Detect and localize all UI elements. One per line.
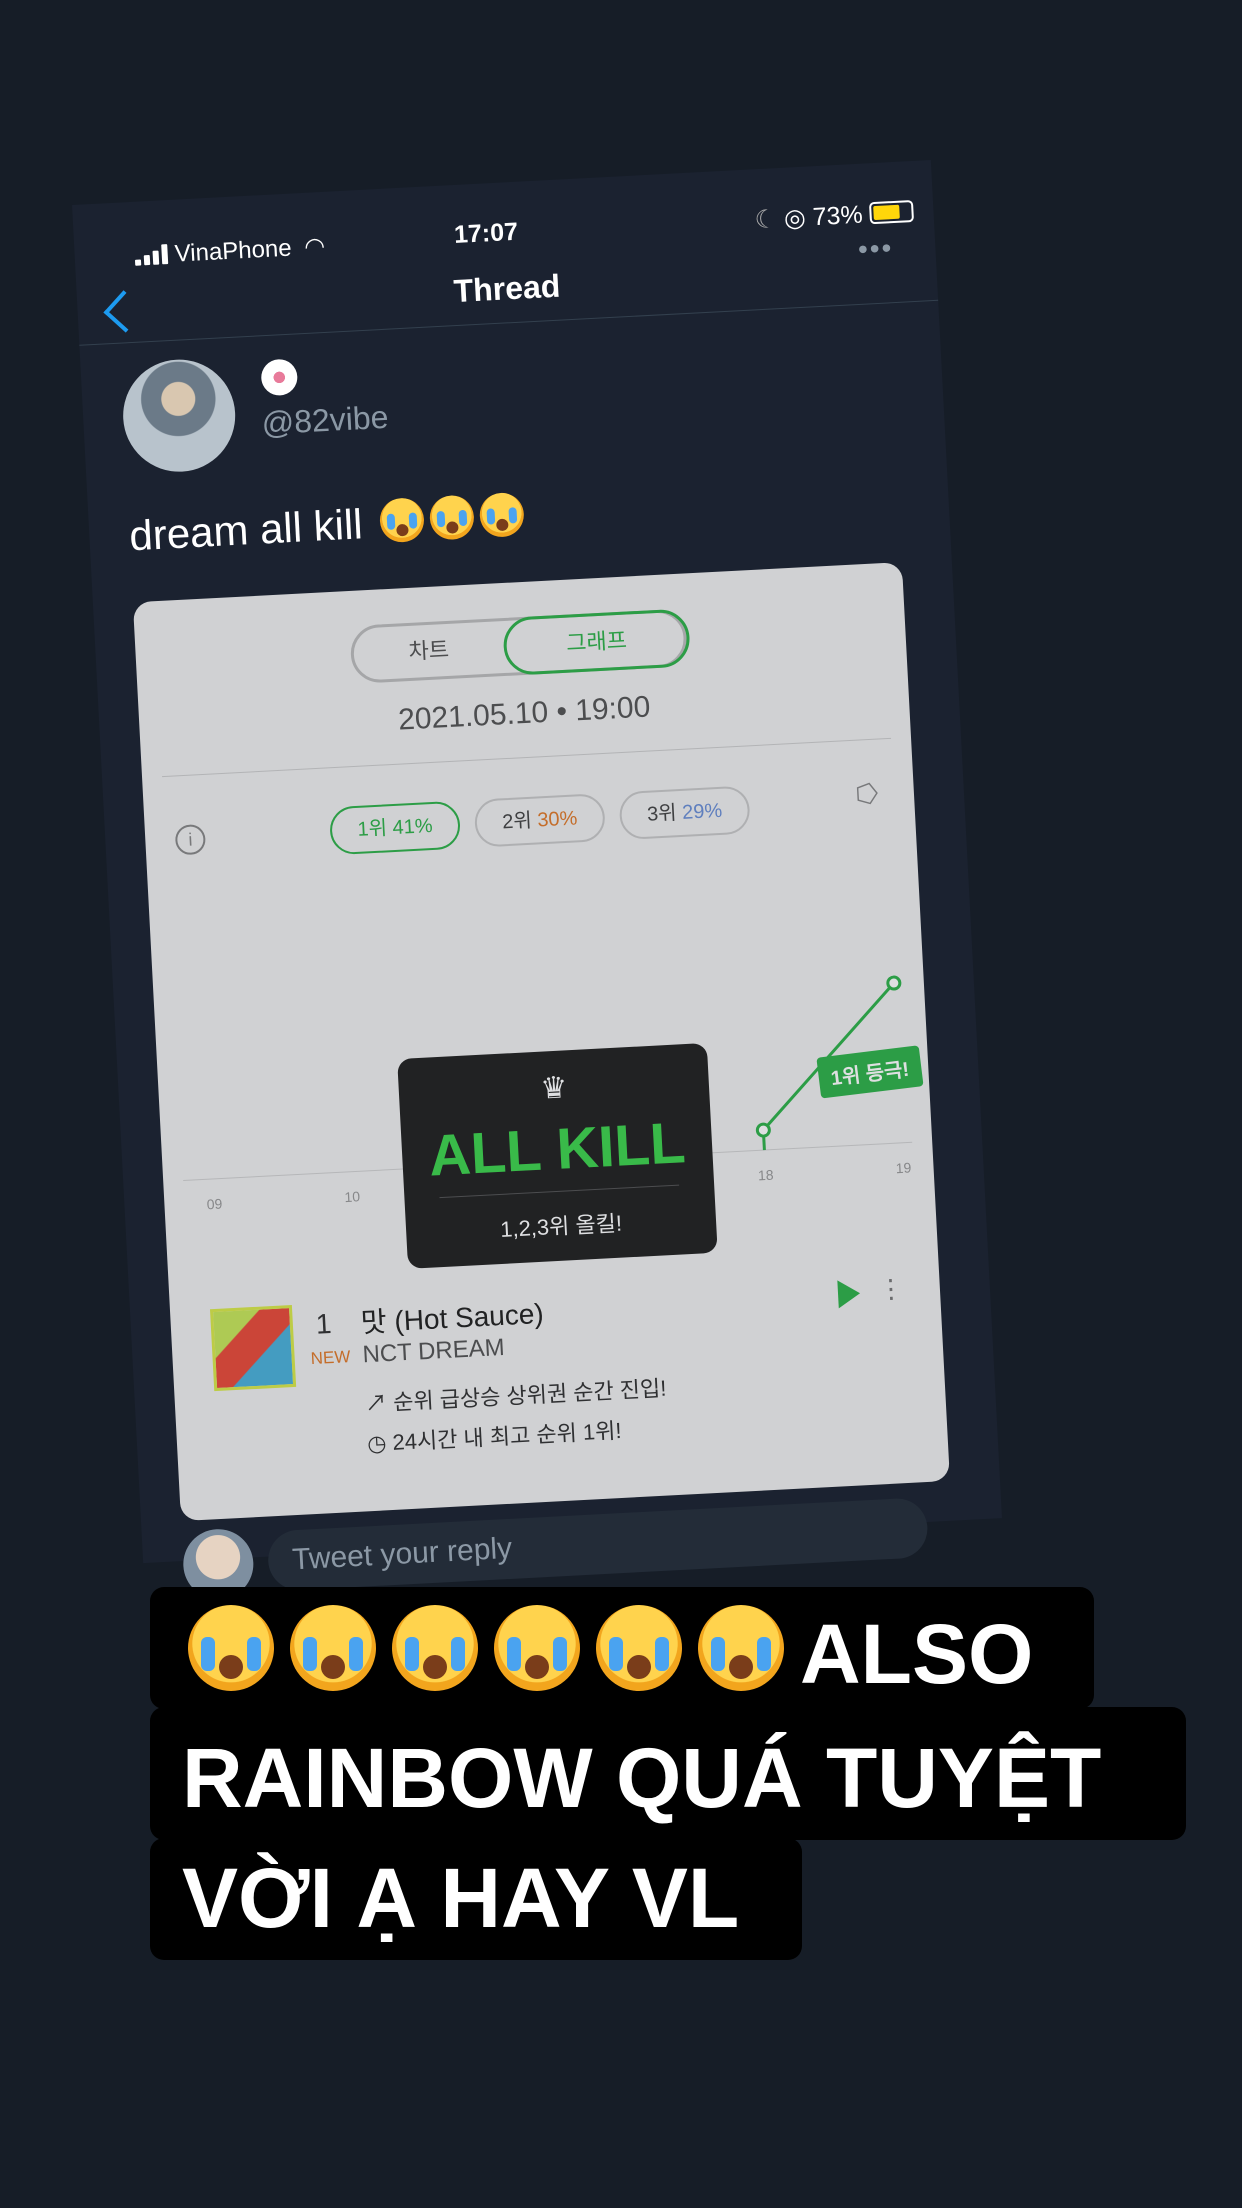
clock-icon: ◷ [366,1430,388,1457]
trend-icon: ↗ [364,1390,388,1417]
x-tick-label: 18 [758,1167,775,1184]
loudly-crying-face-icon [698,1605,784,1691]
chart-datetime: 2021.05.10 • 19:00 [397,690,652,737]
rank-note-text: 순위 급상승 상위권 순간 진입! [392,1375,667,1415]
series-point [755,1122,771,1138]
clock: 17:07 [453,217,519,250]
info-icon[interactable]: i [174,823,207,856]
x-tick-label: 10 [344,1188,361,1205]
x-tick-label: 19 [895,1159,912,1176]
moon-icon: ☾ [753,205,778,235]
rank-note: ↗ 순위 급상승 상위권 순간 진입! [364,1371,667,1419]
rank-note-text: 24시간 내 최고 순위 1위! [391,1417,623,1455]
song-artist[interactable]: NCT DREAM [362,1334,506,1369]
carrier-name: VinaPhone [174,234,293,268]
caption-line-2: RAINBOW QUÁ TUYỆT [182,1731,1102,1825]
avatar[interactable] [120,356,239,475]
song-rank: 1 [315,1307,333,1340]
loudly-crying-face-icon [188,1605,274,1691]
display-name-emoji-icon [260,358,299,397]
all-kill-subtitle: 1,2,3위 올킬! [499,1210,623,1242]
rank-pill-pct: 30% [536,807,578,832]
screenshot-frame: VinaPhone ◠ 17:07 ☾ ◎ 73% Thread ••• @82… [72,159,1002,1601]
loudly-crying-face-icon [378,497,426,544]
user-handle[interactable]: @82vibe [261,399,390,443]
tab-graph[interactable]: 그래프 [502,608,691,676]
battery-icon [868,199,915,225]
rank-pill-3[interactable]: 3위 29% [618,785,751,841]
all-kill-title: ALL KILL [427,1110,687,1189]
new-badge: NEW [310,1347,351,1369]
loudly-crying-face-icon [290,1605,376,1691]
x-tick-label: 09 [206,1196,223,1213]
loudly-crying-face-icon [392,1605,478,1691]
more-vertical-icon[interactable]: ⋮ [877,1273,905,1305]
all-kill-popup: ♛ ALL KILL 1,2,3위 올킬! [397,1042,718,1269]
caption-text: ALSO [800,1607,1034,1701]
play-icon[interactable] [837,1279,861,1309]
tweet-text: dream all kill [128,491,526,561]
rank-pill-label: 2위 [501,809,533,834]
more-options-icon[interactable]: ••• [857,232,894,266]
crown-icon: ♛ [539,1071,569,1106]
rank-pill-2[interactable]: 2위 30% [473,792,607,848]
rank-pill-label: 1위 [356,817,388,841]
loudly-crying-face-icon [494,1605,580,1691]
tweet-image-card[interactable]: 차트 그래프 2021.05.10 • 19:00 i 1위 41% 2위 30… [132,562,950,1522]
rank-pill-pct: 29% [681,799,723,824]
wifi-icon: ◠ [303,232,326,261]
song-title[interactable]: 맛 (Hot Sauce) [360,1292,545,1342]
song-row[interactable]: 1 NEW 맛 (Hot Sauce) NCT DREAM ⋮ ↗ 순위 급상승… [170,1261,949,1501]
loudly-crying-face-icon [596,1605,682,1691]
rank-pill-label: 3위 [646,802,678,826]
album-cover[interactable] [209,1305,297,1392]
status-right: ☾ ◎ 73% [754,197,915,235]
caption-line-3: VỜI Ạ HAY VL [182,1851,740,1945]
rank-pill-1[interactable]: 1위 41% [328,800,462,856]
rank-pill-pct: 41% [392,814,434,840]
carrier: VinaPhone ◠ [134,232,326,271]
share-icon[interactable]: ⭔ [856,779,880,811]
tweet-text-body: dream all kill [128,500,364,560]
rank-note: ◷ 24시간 내 최고 순위 1위! [366,1413,622,1458]
rotation-lock-icon: ◎ [783,203,807,233]
battery-percent: 73% [811,200,864,232]
signal-icon [134,244,169,266]
caption-line-1: ALSO [188,1605,1033,1703]
loudly-crying-face-icon [428,494,476,541]
tab-chart[interactable]: 차트 [353,621,506,681]
view-toggle: 차트 그래프 [349,608,691,684]
story-screen: { "status_bar": { "carrier": "VinaPhone"… [0,0,1242,2208]
loudly-crying-face-icon [478,491,526,539]
series-point [886,975,902,991]
